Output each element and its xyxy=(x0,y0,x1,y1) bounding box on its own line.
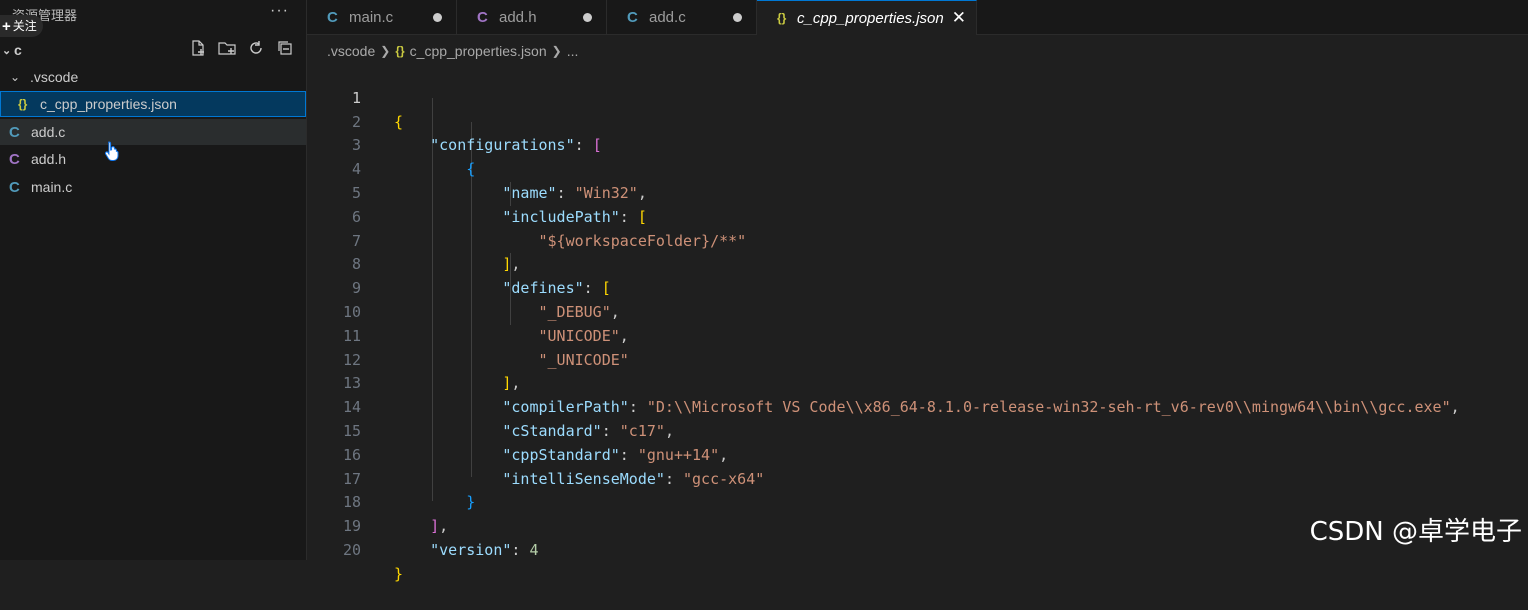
json-key: "version" xyxy=(430,540,512,559)
code-line: 3 { xyxy=(307,111,1528,178)
follow-button[interactable]: + 关注 xyxy=(0,15,43,37)
code-line: 8 "defines": [ xyxy=(307,230,1528,297)
tree-file-label: c_cpp_properties.json xyxy=(40,96,177,112)
tree-folder-vscode[interactable]: ⌄ .vscode xyxy=(0,64,306,90)
c-file-icon: C xyxy=(9,178,20,196)
explorer-sidebar: 资源管理器 + 关注 ··· ⌄ c ⌄ .vscode {} c_cpp_pr… xyxy=(0,0,307,560)
collapse-all-icon[interactable] xyxy=(275,38,295,58)
tree-folder-label: .vscode xyxy=(30,69,79,85)
breadcrumb-file[interactable]: c_cpp_properties.json xyxy=(410,43,547,59)
unsaved-dot-icon[interactable] xyxy=(733,12,742,22)
editor-tab-bar: C main.c C add.h C add.c {} c_cpp_proper… xyxy=(307,0,1528,35)
plus-icon: + xyxy=(2,17,11,35)
refresh-icon[interactable] xyxy=(246,38,266,58)
code-line: 7 ], xyxy=(307,206,1528,274)
code-line: 4 "name": "Win32", xyxy=(307,134,1528,202)
breadcrumb-more[interactable]: ... xyxy=(567,43,579,59)
tree-file-label: add.h xyxy=(31,151,67,167)
code-editor[interactable]: 1 { 2 "configurations": [ 3 { 4 "name": … xyxy=(307,62,1528,583)
tree-file-add-h[interactable]: C add.h xyxy=(0,146,306,172)
tab-c-cpp-properties[interactable]: {} c_cpp_properties.json ✕ xyxy=(757,0,977,35)
close-icon[interactable]: ✕ xyxy=(952,8,966,28)
tab-label: add.h xyxy=(499,8,537,26)
json-number: 4 xyxy=(529,540,539,559)
code-line: 17 } xyxy=(307,444,1528,512)
unsaved-dot-icon[interactable] xyxy=(583,12,592,22)
code-line: 1 { xyxy=(307,63,1528,131)
json-file-icon: {} xyxy=(18,97,28,111)
code-line: 16 "intelliSenseMode": "gcc-x64" xyxy=(307,420,1528,488)
h-file-icon: C xyxy=(477,8,488,26)
json-file-icon: {} xyxy=(777,11,787,25)
chevron-down-icon: ⌄ xyxy=(2,44,12,57)
chevron-right-icon: ❯ xyxy=(380,44,391,58)
json-file-icon: {} xyxy=(395,44,405,58)
code-line: 18 ], xyxy=(307,468,1528,535)
code-line: 6 "${workspaceFolder}/**" xyxy=(307,182,1528,250)
new-file-icon[interactable] xyxy=(188,38,208,58)
workspace-folder-name: c xyxy=(14,42,22,58)
tab-add-h[interactable]: C add.h xyxy=(457,0,607,34)
chevron-right-icon: ❯ xyxy=(551,44,562,58)
breadcrumb-folder[interactable]: .vscode xyxy=(327,43,375,59)
unsaved-dot-icon[interactable] xyxy=(433,12,442,22)
tree-file-label: main.c xyxy=(31,179,73,195)
code-line: 13 "compilerPath": "D:\\Microsoft VS Cod… xyxy=(307,349,1528,416)
explorer-actions xyxy=(188,38,295,58)
c-file-icon: C xyxy=(627,8,638,26)
more-actions-icon[interactable]: ··· xyxy=(270,2,289,20)
code-line: 10 "UNICODE", xyxy=(307,277,1528,345)
tree-file-c-cpp-properties[interactable]: {} c_cpp_properties.json xyxy=(0,91,306,117)
tab-main-c[interactable]: C main.c xyxy=(307,0,457,34)
code-line: 11 "_UNICODE" xyxy=(307,301,1528,369)
tab-add-c[interactable]: C add.c xyxy=(607,0,757,34)
line-number: 20 xyxy=(342,540,361,559)
tree-file-add-c[interactable]: C add.c xyxy=(0,119,306,145)
code-line: 14 "cStandard": "c17", xyxy=(307,372,1528,440)
follow-label: 关注 xyxy=(12,19,37,33)
tab-label: c_cpp_properties.json xyxy=(796,9,944,27)
c-file-icon: C xyxy=(9,123,20,141)
code-line: 2 "configurations": [ xyxy=(307,87,1528,155)
tree-file-main-c[interactable]: C main.c xyxy=(0,174,306,200)
code-line: 12 ], xyxy=(307,325,1528,393)
breadcrumb: .vscode ❯ {} c_cpp_properties.json ❯ ... xyxy=(327,40,578,62)
code-line: 9 "_DEBUG", xyxy=(307,253,1528,321)
chevron-down-icon: ⌄ xyxy=(10,70,21,84)
tab-label: main.c xyxy=(349,8,394,26)
h-file-icon: C xyxy=(9,150,20,168)
new-folder-icon[interactable] xyxy=(217,38,237,58)
tab-label: add.c xyxy=(649,8,686,26)
watermark: CSDN @卓学电子 xyxy=(1309,517,1522,547)
code-line: 15 "cppStandard": "gnu++14", xyxy=(307,396,1528,464)
hand-cursor-icon xyxy=(104,140,120,167)
code-line: 5 "includePath": [ xyxy=(307,158,1528,226)
tree-file-label: add.c xyxy=(31,124,66,140)
c-file-icon: C xyxy=(327,8,338,26)
